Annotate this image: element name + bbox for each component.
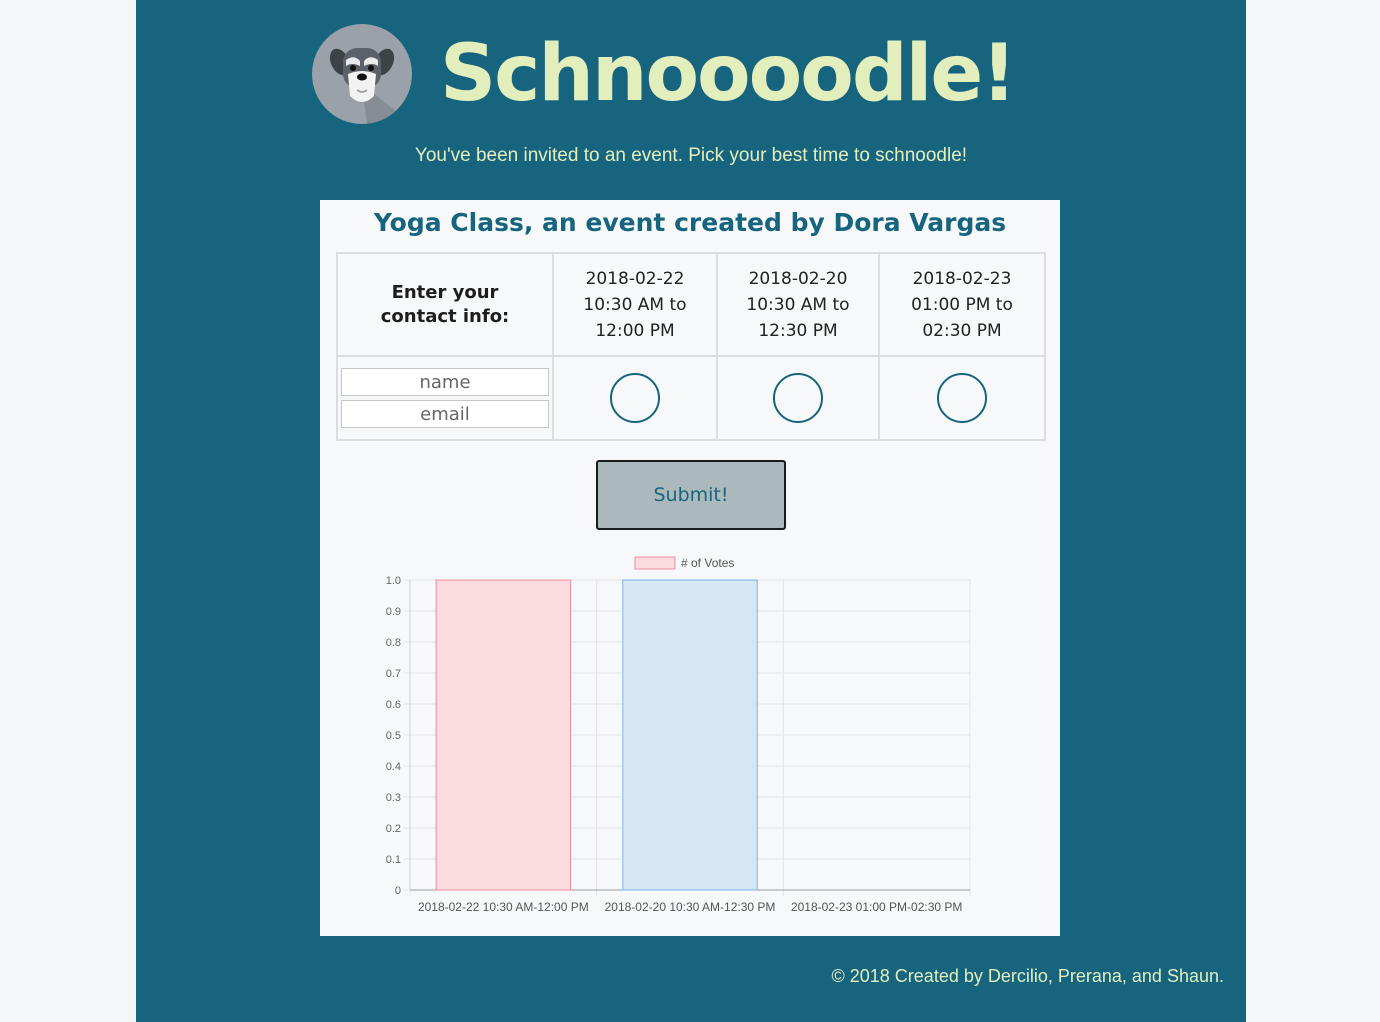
invitation-tagline: You've been invited to an event. Pick yo…	[414, 145, 968, 166]
page-background: Schnoooodle! You've been invited to an e…	[136, 0, 1246, 1022]
x-tick-label: 2018-02-23 01:00 PM-02:30 PM	[791, 900, 962, 914]
bar	[435, 579, 572, 891]
y-tick-label: 0.2	[386, 823, 401, 835]
app-header: Schnoooodle!	[312, 22, 1017, 126]
votes-bar-chart: 0 0.1 0.2 0.3 0.4 0.5 0.6 0.7 0.8 0.9 1.0 2018-02-2…	[386, 556, 971, 914]
y-tick-label: 0.7	[386, 668, 401, 680]
footer-credits: © 2018 Created by Dercilio, Prerana, and…	[831, 966, 1225, 986]
y-tick-label: 0.8	[386, 637, 401, 649]
y-tick-label: 0.4	[386, 761, 401, 773]
x-tick-label: 2018-02-22 10:30 AM-12:00 PM	[418, 900, 589, 914]
y-tick-label: 0.6	[386, 699, 401, 711]
y-tick-label: 0.5	[386, 730, 401, 742]
schnauzer-logo-icon	[312, 24, 412, 124]
legend-label: # of Votes	[681, 556, 734, 570]
y-tick-label: 0.3	[386, 792, 401, 804]
x-tick-label: 2018-02-20 10:30 AM-12:30 PM	[605, 900, 776, 914]
y-tick-label: 0.1	[386, 854, 401, 866]
y-tick-label: 1.0	[386, 575, 401, 587]
event-card: Yoga Class, an event created by Dora Var…	[320, 200, 1060, 936]
y-tick-label: 0	[395, 885, 401, 897]
y-tick-label: 0.9	[386, 606, 401, 618]
bar	[622, 579, 758, 891]
app-title: Schnoooodle!	[440, 29, 1017, 119]
legend-swatch	[634, 556, 676, 570]
